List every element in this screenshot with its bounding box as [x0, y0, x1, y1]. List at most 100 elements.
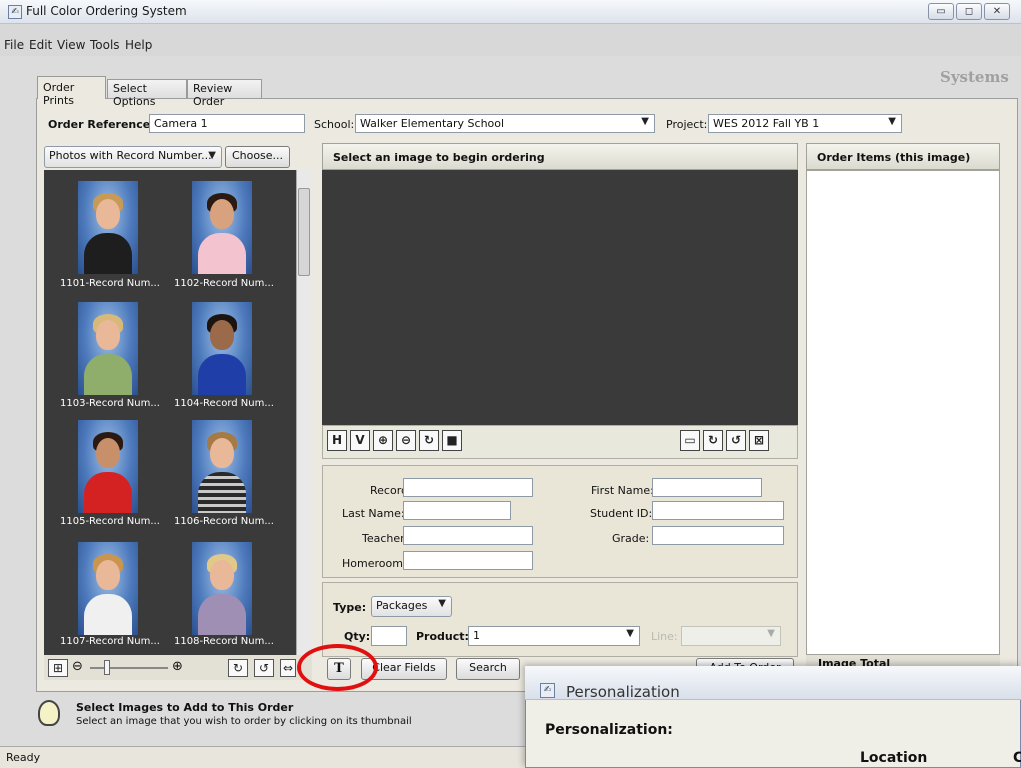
thumbnail-label: 1106-Record Num... [174, 516, 274, 527]
chevron-down-icon: ▼ [208, 150, 216, 161]
last-name-input[interactable] [403, 501, 511, 520]
rotate-right-icon[interactable]: ↻ [703, 430, 723, 451]
product-label: Product: [416, 630, 469, 643]
app-icon: ✍ [540, 683, 555, 698]
dialog-title: Personalization [566, 683, 680, 701]
choose-button[interactable]: Choose... [225, 146, 290, 168]
line-select: ▼ [681, 626, 781, 646]
thumbnail-label: 1103-Record Num... [60, 398, 160, 409]
thumbnail-1101[interactable] [78, 181, 138, 284]
thumbnail-label: 1108-Record Num... [174, 636, 274, 647]
thumbnail-1104[interactable] [192, 302, 252, 405]
student-photo [192, 302, 252, 395]
order-reference-input[interactable]: Camera 1 [149, 114, 305, 133]
thumbnail-panel: 1101-Record Num... 1102-Record Num... 11… [44, 170, 312, 655]
thumbnail-label: 1101-Record Num... [60, 278, 160, 289]
grade-input[interactable] [652, 526, 784, 545]
tab-order-prints[interactable]: Order Prints [37, 76, 106, 107]
school-select[interactable]: Walker Elementary School ▼ [355, 114, 655, 133]
thumbnail-1103[interactable] [78, 302, 138, 405]
border-icon[interactable]: ■ [442, 430, 462, 451]
school-value: Walker Elementary School [360, 117, 505, 130]
image-viewer[interactable] [322, 170, 798, 425]
zoom-slider-handle[interactable] [104, 660, 110, 675]
rotate-left-icon[interactable]: ↺ [254, 659, 274, 677]
menu-edit[interactable]: Edit [29, 38, 52, 52]
student-photo [192, 420, 252, 513]
menu-tools[interactable]: Tools [90, 38, 120, 52]
school-label: School: [314, 118, 355, 131]
thumbnail-label: 1107-Record Num... [60, 636, 160, 647]
grade-label: Grade: [612, 532, 650, 545]
last-name-label: Last Name: [342, 507, 405, 520]
rotate-right-icon[interactable]: ↻ [228, 659, 248, 677]
dialog-heading: Personalization: [545, 722, 673, 738]
first-name-input[interactable] [652, 478, 762, 497]
first-name-label: First Name: [591, 484, 654, 497]
app-icon: ✍ [8, 5, 22, 19]
maximize-button[interactable]: ◻ [956, 3, 982, 20]
thumbnail-1107[interactable] [78, 542, 138, 645]
reset-icon[interactable]: ↻ [419, 430, 439, 451]
homeroom-label: Homeroom: [342, 557, 407, 570]
chevron-down-icon: ▼ [641, 116, 649, 127]
tab-review-order[interactable]: Review Order [187, 79, 262, 108]
thumbnail-label: 1104-Record Num... [174, 398, 274, 409]
qty-input[interactable] [371, 626, 407, 646]
menu-view[interactable]: View [57, 38, 85, 52]
chevron-down-icon: ▼ [626, 628, 634, 639]
order-items-list[interactable] [806, 170, 1000, 655]
project-select[interactable]: WES 2012 Fall YB 1 ▼ [708, 114, 902, 133]
project-value: WES 2012 Fall YB 1 [713, 117, 820, 130]
lightbulb-icon [38, 700, 60, 726]
tab-select-options[interactable]: Select Options [107, 79, 187, 108]
chevron-down-icon: ▼ [438, 598, 446, 609]
student-photo [78, 542, 138, 635]
line-label: Line: [651, 630, 678, 643]
teacher-input[interactable] [403, 526, 533, 545]
order-items-header: Order Items (this image) [806, 143, 1000, 170]
student-id-input[interactable] [652, 501, 784, 520]
zoom-in-icon[interactable]: ⊕ [373, 430, 393, 451]
thumbnail-1106[interactable] [192, 420, 252, 523]
zoom-out-icon: ⊖ [72, 659, 83, 674]
thumbnail-1105[interactable] [78, 420, 138, 523]
menu-bar [0, 24, 1021, 56]
flip-vertical-icon[interactable]: V [350, 430, 370, 451]
minimize-button[interactable]: ▭ [928, 3, 954, 20]
status-bar: Ready [0, 746, 525, 768]
fit-icon[interactable]: ⊠ [749, 430, 769, 451]
thumbnail-1108[interactable] [192, 542, 252, 645]
chevron-down-icon: ▼ [767, 628, 775, 639]
project-label: Project: [666, 118, 708, 131]
student-id-label: Student ID: [590, 507, 653, 520]
record-input[interactable] [403, 478, 533, 497]
type-label: Type: [333, 601, 367, 614]
close-button[interactable]: ✕ [984, 3, 1010, 20]
crop-icon[interactable]: ▭ [680, 430, 700, 451]
product-select[interactable]: 1 ▼ [468, 626, 640, 646]
homeroom-input[interactable] [403, 551, 533, 570]
highlight-circle [297, 644, 378, 691]
thumbnail-label: 1102-Record Num... [174, 278, 274, 289]
location-column-header: Location [860, 750, 928, 766]
menu-help[interactable]: Help [125, 38, 152, 52]
rotate-left-icon[interactable]: ↺ [726, 430, 746, 451]
zoom-in-icon: ⊕ [172, 659, 183, 674]
menu-file[interactable]: File [4, 38, 24, 52]
search-button[interactable]: Search [456, 658, 520, 680]
type-select[interactable]: Packages ▼ [371, 596, 452, 617]
student-photo [192, 542, 252, 635]
scrollbar-thumb[interactable] [298, 188, 310, 276]
flip-horizontal-icon[interactable]: H [327, 430, 347, 451]
zoom-slider[interactable] [90, 667, 168, 669]
photo-filter-value: Photos with Record Number... [49, 149, 212, 162]
zoom-out-icon[interactable]: ⊖ [396, 430, 416, 451]
grid-view-icon[interactable]: ⊞ [48, 659, 68, 677]
expand-icon[interactable]: ⇔ [280, 659, 296, 677]
hint-title: Select Images to Add to This Order [76, 701, 294, 714]
student-photo [78, 420, 138, 513]
photo-filter-select[interactable]: Photos with Record Number... ▼ [44, 146, 222, 168]
thumbnail-1102[interactable] [192, 181, 252, 284]
student-photo [192, 181, 252, 274]
